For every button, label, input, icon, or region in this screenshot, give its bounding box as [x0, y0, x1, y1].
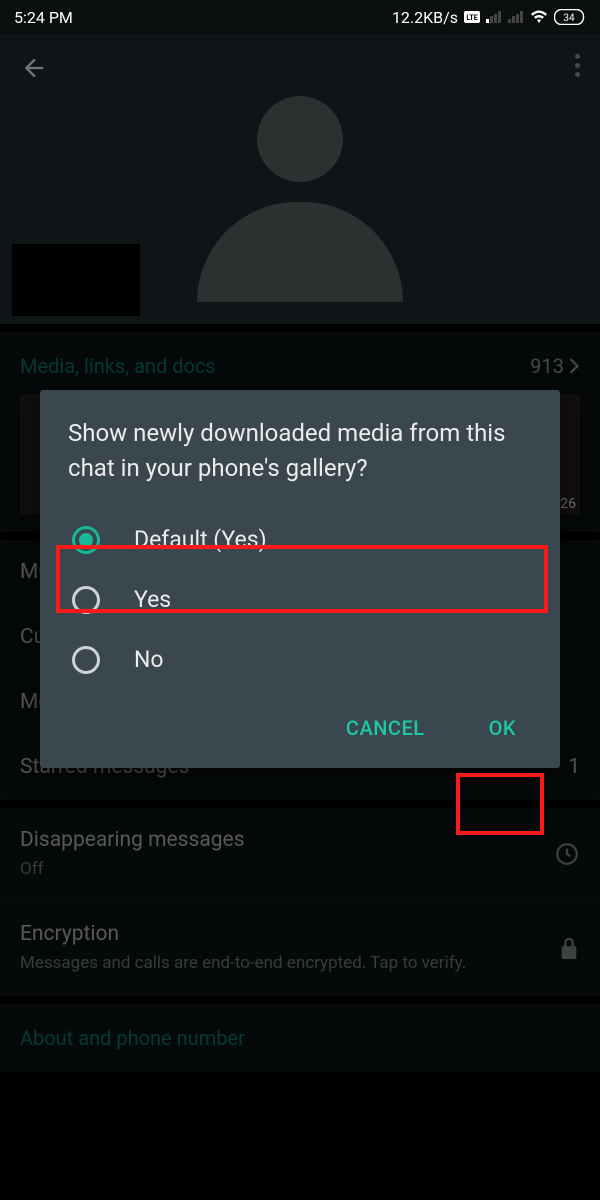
- svg-text:LTE: LTE: [466, 14, 477, 22]
- radio-unchecked-icon: [72, 646, 100, 674]
- highlight-box: [456, 773, 544, 835]
- highlight-box: [56, 545, 548, 613]
- status-time: 5:24 PM: [14, 8, 73, 27]
- battery-icon: 34: [554, 9, 586, 25]
- option-no[interactable]: No: [68, 630, 532, 690]
- dialog-actions: CANCEL OK: [68, 708, 532, 748]
- svg-text:34: 34: [563, 13, 575, 24]
- option-label: No: [134, 646, 164, 673]
- signal2-icon: [508, 11, 524, 23]
- ok-button[interactable]: OK: [479, 708, 526, 748]
- status-right: 12.2KB/s LTE 34: [392, 8, 586, 27]
- wifi-icon: [530, 10, 548, 24]
- dialog-title: Show newly downloaded media from this ch…: [68, 416, 532, 486]
- statusbar: 5:24 PM 12.2KB/s LTE 34: [0, 0, 600, 34]
- signal-icon: [486, 11, 502, 23]
- cancel-button[interactable]: CANCEL: [336, 708, 435, 748]
- volte-icon: LTE: [464, 11, 480, 23]
- status-speed: 12.2KB/s: [392, 8, 458, 27]
